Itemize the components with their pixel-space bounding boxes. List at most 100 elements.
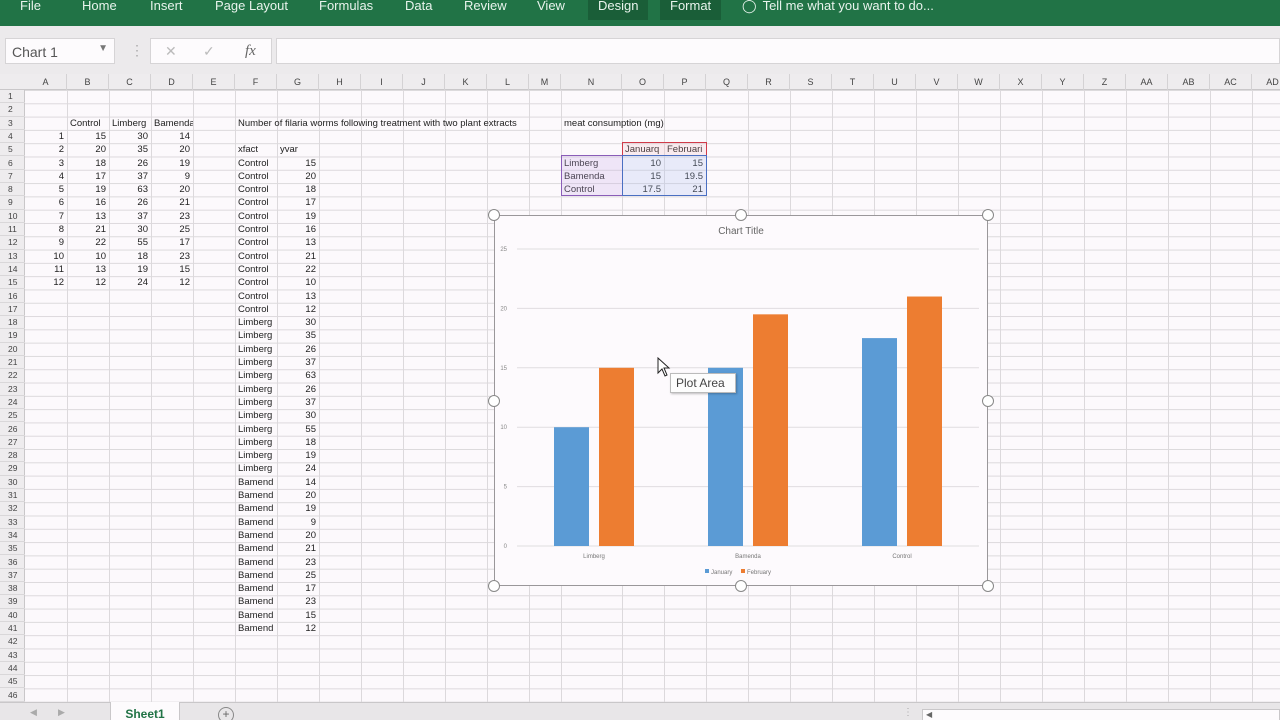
table1-cell[interactable]: 1 <box>25 130 64 143</box>
resize-handle-top-right[interactable] <box>982 209 994 221</box>
insert-function-icon[interactable]: fx <box>245 43 256 60</box>
row-header-3[interactable]: 3 <box>0 117 25 130</box>
column-header-ab[interactable]: AB <box>1168 74 1210 90</box>
column-header-q[interactable]: Q <box>706 74 748 90</box>
column-header-x[interactable]: X <box>1000 74 1042 90</box>
table2-cell[interactable]: 63 <box>277 369 316 382</box>
row-header-9[interactable]: 9 <box>0 196 25 210</box>
table1-cell[interactable]: 12 <box>151 276 190 289</box>
table1-header[interactable]: Limberg <box>112 117 151 130</box>
column-header-s[interactable]: S <box>790 74 832 90</box>
column-header-l[interactable]: L <box>487 74 529 90</box>
row-header-18[interactable]: 18 <box>0 316 25 330</box>
column-header-d[interactable]: D <box>151 74 193 90</box>
table2-cell[interactable]: 13 <box>277 236 316 249</box>
table1-cell[interactable]: 11 <box>25 263 64 276</box>
table1-cell[interactable]: 21 <box>67 223 106 236</box>
ribbon-tab-review[interactable]: Review <box>454 0 517 22</box>
column-header-k[interactable]: K <box>445 74 487 90</box>
table2-cell[interactable]: 17 <box>277 196 316 209</box>
row-header-44[interactable]: 44 <box>0 662 25 676</box>
row-header-8[interactable]: 8 <box>0 183 25 197</box>
table2-cell[interactable]: 12 <box>277 303 316 316</box>
column-header-t[interactable]: T <box>832 74 874 90</box>
table2-cell[interactable]: Limberg <box>238 396 277 409</box>
table1-cell[interactable]: 2 <box>25 143 64 156</box>
resize-handle-bottom[interactable] <box>735 580 747 592</box>
row-header-11[interactable]: 11 <box>0 223 25 237</box>
ribbon-tab-file[interactable]: File <box>10 0 51 22</box>
table2-cell[interactable]: Control <box>238 223 277 236</box>
table2-cell[interactable]: 26 <box>277 343 316 356</box>
table1-cell[interactable]: 5 <box>25 183 64 196</box>
ribbon-tab-data[interactable]: Data <box>395 0 442 22</box>
row-header-29[interactable]: 29 <box>0 462 25 476</box>
ribbon-tab-format[interactable]: Format <box>660 0 722 20</box>
row-header-13[interactable]: 13 <box>0 250 25 263</box>
ribbon-tab-formulas[interactable]: Formulas <box>309 0 383 22</box>
table2-cell[interactable]: 37 <box>277 396 316 409</box>
check-icon[interactable]: ✓ <box>203 43 215 60</box>
table2-cell[interactable]: Bamend <box>238 529 277 542</box>
table2-cell[interactable]: Limberg <box>238 423 277 436</box>
table2-cell[interactable]: Control <box>238 210 277 223</box>
row-header-34[interactable]: 34 <box>0 529 25 543</box>
table1-cell[interactable]: 12 <box>25 276 64 289</box>
table2-cell[interactable]: Control <box>238 303 277 316</box>
row-header-36[interactable]: 36 <box>0 556 25 569</box>
table1-header[interactable]: Bamenda <box>154 117 193 130</box>
table2-cell[interactable]: Bamend <box>238 476 277 489</box>
table2-cell[interactable]: Control <box>238 196 277 209</box>
row-header-40[interactable]: 40 <box>0 609 25 622</box>
resize-handle-left[interactable] <box>488 395 500 407</box>
table2-header[interactable]: xfact <box>238 143 277 156</box>
column-header-p[interactable]: P <box>664 74 706 90</box>
table1-cell[interactable]: 3 <box>25 157 64 170</box>
row-header-10[interactable]: 10 <box>0 210 25 223</box>
table2-cell[interactable]: Bamend <box>238 582 277 595</box>
table2-cell[interactable]: Bamend <box>238 489 277 502</box>
row-header-37[interactable]: 37 <box>0 569 25 583</box>
table1-cell[interactable]: 13 <box>67 263 106 276</box>
table1-cell[interactable]: 21 <box>151 196 190 209</box>
table2-cell[interactable]: Limberg <box>238 383 277 396</box>
table1-cell[interactable]: 26 <box>109 157 148 170</box>
table1-cell[interactable]: 20 <box>151 143 190 156</box>
table2-cell[interactable]: Limberg <box>238 329 277 342</box>
row-header-20[interactable]: 20 <box>0 343 25 356</box>
table3-title[interactable]: meat consumption (mg) <box>564 117 664 130</box>
table2-cell[interactable]: Control <box>238 236 277 249</box>
chart-object[interactable]: Chart Title 0 5 10 15 20 25 Limberg Bamenda Cont… <box>494 215 988 586</box>
table2-cell[interactable]: 19 <box>277 502 316 515</box>
table1-header[interactable]: Control <box>70 117 109 130</box>
row-header-16[interactable]: 16 <box>0 290 25 303</box>
table2-cell[interactable]: Control <box>238 290 277 303</box>
table2-cell[interactable]: 20 <box>277 489 316 502</box>
table2-cell[interactable]: 35 <box>277 329 316 342</box>
row-header-43[interactable]: 43 <box>0 649 25 662</box>
table2-cell[interactable]: 12 <box>277 622 316 635</box>
table1-cell[interactable]: 25 <box>151 223 190 236</box>
table2-cell[interactable]: Bamend <box>238 502 277 515</box>
ribbon-tab-insert[interactable]: Insert <box>140 0 193 22</box>
column-header-aa[interactable]: AA <box>1126 74 1168 90</box>
table2-cell[interactable]: Bamend <box>238 516 277 529</box>
row-header-12[interactable]: 12 <box>0 236 25 250</box>
table2-cell[interactable]: 26 <box>277 383 316 396</box>
column-header-o[interactable]: O <box>622 74 664 90</box>
table1-cell[interactable]: 35 <box>109 143 148 156</box>
tell-me-search[interactable]: ◯ Tell me what you want to do... <box>742 0 934 12</box>
table2-cell[interactable]: 19 <box>277 210 316 223</box>
tab-sheet1[interactable]: Sheet1 <box>110 702 180 720</box>
table2-cell[interactable]: 37 <box>277 356 316 369</box>
column-header-f[interactable]: F <box>235 74 277 90</box>
row-header-38[interactable]: 38 <box>0 582 25 596</box>
table2-cell[interactable]: 23 <box>277 595 316 608</box>
formula-input[interactable] <box>276 38 1280 64</box>
table2-cell[interactable]: 55 <box>277 423 316 436</box>
row-header-41[interactable]: 41 <box>0 622 25 636</box>
row-header-30[interactable]: 30 <box>0 476 25 489</box>
table2-cell[interactable]: 30 <box>277 409 316 422</box>
scroll-left-icon[interactable]: ◀ <box>926 710 932 719</box>
row-header-15[interactable]: 15 <box>0 276 25 290</box>
